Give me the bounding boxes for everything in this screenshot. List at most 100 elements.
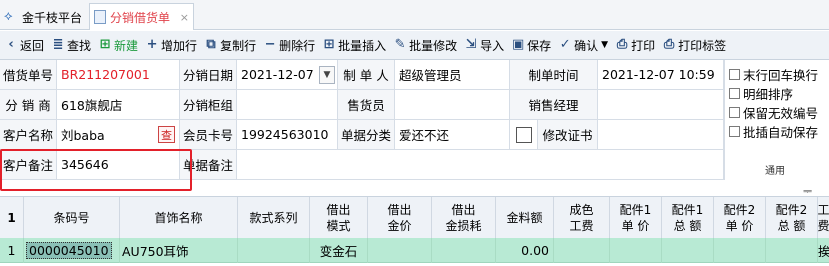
empty-cell — [598, 120, 724, 150]
column-header[interactable]: 借出 模式 — [310, 197, 368, 239]
print-label-button[interactable]: ⎙ 打印标签 — [658, 33, 729, 57]
barcode-value: 0000045010 — [26, 242, 112, 259]
new-icon: ⊞ — [99, 37, 111, 52]
barcode-cell[interactable]: 0000045010 — [24, 238, 120, 263]
checkbox-icon[interactable] — [729, 107, 740, 118]
dist-counter-field[interactable] — [237, 90, 338, 120]
app-tab[interactable]: ⟡ 金千枝平台 — [0, 4, 88, 30]
series-cell[interactable] — [238, 238, 310, 263]
confirm-button[interactable]: ✓ 确认 ▼ — [554, 33, 611, 57]
copy-row-button[interactable]: ⧉ 复制行 — [200, 33, 259, 57]
column-header[interactable]: 配件1 总 额 — [662, 197, 714, 239]
column-header[interactable]: 金料额 — [496, 197, 554, 239]
column-header[interactable]: 款式系列 — [238, 197, 310, 239]
option-enter-newline[interactable]: 末行回车换行 — [729, 65, 818, 84]
customer-value: 刘baba — [61, 128, 105, 143]
part1-total-cell[interactable] — [662, 238, 714, 263]
checkbox-icon[interactable] — [729, 88, 740, 99]
part2-price-cell[interactable] — [714, 238, 766, 263]
table-row[interactable]: 1 0000045010 AU750耳饰 变金石 0.00 挨 — [0, 238, 829, 263]
app-logo-icon: ⟡ — [4, 9, 13, 24]
fineness-fee-cell[interactable] — [554, 238, 610, 263]
close-tab-icon[interactable]: × — [180, 11, 189, 24]
dist-date-label: 分销日期 — [180, 60, 237, 90]
find-icon: ≣ — [52, 37, 64, 52]
checkbox-icon[interactable] — [729, 69, 740, 80]
edit-cert-checkbox-cell[interactable] — [510, 120, 538, 150]
column-header[interactable]: 借出 金价 — [368, 197, 432, 239]
batch-insert-icon: ⊞ — [323, 37, 335, 52]
part2-total-cell[interactable] — [766, 238, 818, 263]
import-icon: ⇲ — [465, 37, 477, 52]
save-button[interactable]: ▣ 保存 — [507, 33, 554, 57]
salesperson-field[interactable] — [395, 90, 510, 120]
row-number-header: 1 — [0, 197, 24, 239]
column-header[interactable]: 首饰名称 — [120, 197, 238, 239]
batch-insert-button[interactable]: ⊞ 批量插入 — [318, 33, 389, 57]
dist-shop-label: 分 销 商 — [0, 90, 57, 120]
grid-header: 1 条码号 首饰名称 款式系列 借出 模式 借出 金价 借出 金损耗 金料额 成… — [0, 196, 829, 239]
tab-label: 分销借货单 — [110, 10, 171, 25]
name-cell[interactable]: AU750耳饰 — [120, 238, 238, 263]
checkbox-icon[interactable] — [729, 126, 740, 137]
column-header[interactable]: 配件2 总 额 — [766, 197, 818, 239]
doc-remark-field[interactable] — [237, 150, 724, 180]
customer-field[interactable]: 刘baba 查 — [57, 120, 180, 150]
salesperson-label: 售货员 — [338, 90, 395, 120]
maker-value: 超级管理员 — [395, 60, 510, 90]
pen-icon: ✎ — [394, 37, 406, 52]
column-header[interactable]: 条码号 — [24, 197, 120, 239]
batch-edit-button[interactable]: ✎ 批量修改 — [389, 33, 460, 57]
option-keep-invalid[interactable]: 保留无效编号 — [729, 103, 818, 122]
make-time-label: 制单时间 — [510, 60, 598, 90]
member-card-label: 会员卡号 — [180, 120, 237, 150]
toolbar: ‹ 返回 ≣ 查找 ⊞ 新建 + 增加行 ⧉ 复制行 − 删除行 ⊞ 批量插入 ✎ 批量修改 ⇲… — [0, 31, 829, 60]
print-button[interactable]: ⎙ 打印 — [611, 33, 658, 57]
new-button[interactable]: ⊞ 新建 — [94, 33, 141, 57]
plus-icon: + — [146, 37, 158, 52]
customer-label: 客户名称 — [0, 120, 57, 150]
labor-fee-cell[interactable]: 挨 — [818, 238, 829, 263]
dist-date-field[interactable]: 2021-12-07 ▼ — [237, 60, 338, 90]
column-header[interactable]: 借出 金损耗 — [432, 197, 496, 239]
edit-cert-checkbox[interactable] — [515, 126, 532, 143]
sales-manager-label: 销售经理 — [510, 90, 598, 120]
back-button[interactable]: ‹ 返回 — [0, 33, 47, 57]
make-time-value: 2021-12-07 10:59 — [598, 60, 724, 90]
member-card-field[interactable]: 19924563010 — [237, 120, 338, 150]
dist-counter-label: 分销柜组 — [180, 90, 237, 120]
add-row-button[interactable]: + 增加行 — [141, 33, 200, 57]
doc-class-field[interactable]: 爱还不还 — [395, 120, 510, 150]
dist-shop-field[interactable]: 618旗舰店 — [57, 90, 180, 120]
chevron-down-icon[interactable]: ▼ — [319, 65, 335, 84]
import-button[interactable]: ⇲ 导入 — [460, 33, 507, 57]
highlight-box — [0, 149, 192, 191]
column-header[interactable]: 配件1 单 价 — [610, 197, 662, 239]
query-customer-button[interactable]: 查 — [158, 126, 175, 143]
option-batch-autosave[interactable]: 批插自动保存 — [729, 122, 818, 141]
find-button[interactable]: ≣ 查找 — [47, 33, 94, 57]
back-arrow-icon: ‹ — [8, 37, 14, 52]
mode-cell[interactable]: 变金石 — [310, 238, 368, 263]
doc-class-label: 单据分类 — [338, 120, 395, 150]
maker-label: 制 单 人 — [338, 60, 395, 90]
column-header[interactable]: 工 费 — [818, 197, 829, 239]
part1-price-cell[interactable] — [610, 238, 662, 263]
column-header[interactable]: 成色 工费 — [554, 197, 610, 239]
confirm-icon: ✓ — [559, 37, 571, 52]
delete-row-button[interactable]: − 删除行 — [259, 33, 318, 57]
option-detail-sort[interactable]: 明细排序 — [729, 84, 793, 103]
tab-distribution-loan[interactable]: 分销借货单 × — [89, 3, 194, 30]
chevron-down-icon: ▼ — [601, 40, 609, 50]
sales-manager-field[interactable] — [598, 90, 724, 120]
gold-loss-cell[interactable] — [432, 238, 496, 263]
printer-icon: ⎙ — [616, 37, 628, 52]
column-header[interactable]: 配件2 单 价 — [714, 197, 766, 239]
doc-no-label: 借货单号 — [0, 60, 57, 90]
save-icon: ▣ — [511, 37, 525, 52]
app-name: 金千枝平台 — [22, 10, 83, 25]
gold-price-cell[interactable] — [368, 238, 432, 263]
options-group-label: 通用 — [765, 166, 785, 177]
dist-date-value: 2021-12-07 — [241, 67, 314, 82]
gold-amount-cell[interactable]: 0.00 — [496, 238, 554, 263]
